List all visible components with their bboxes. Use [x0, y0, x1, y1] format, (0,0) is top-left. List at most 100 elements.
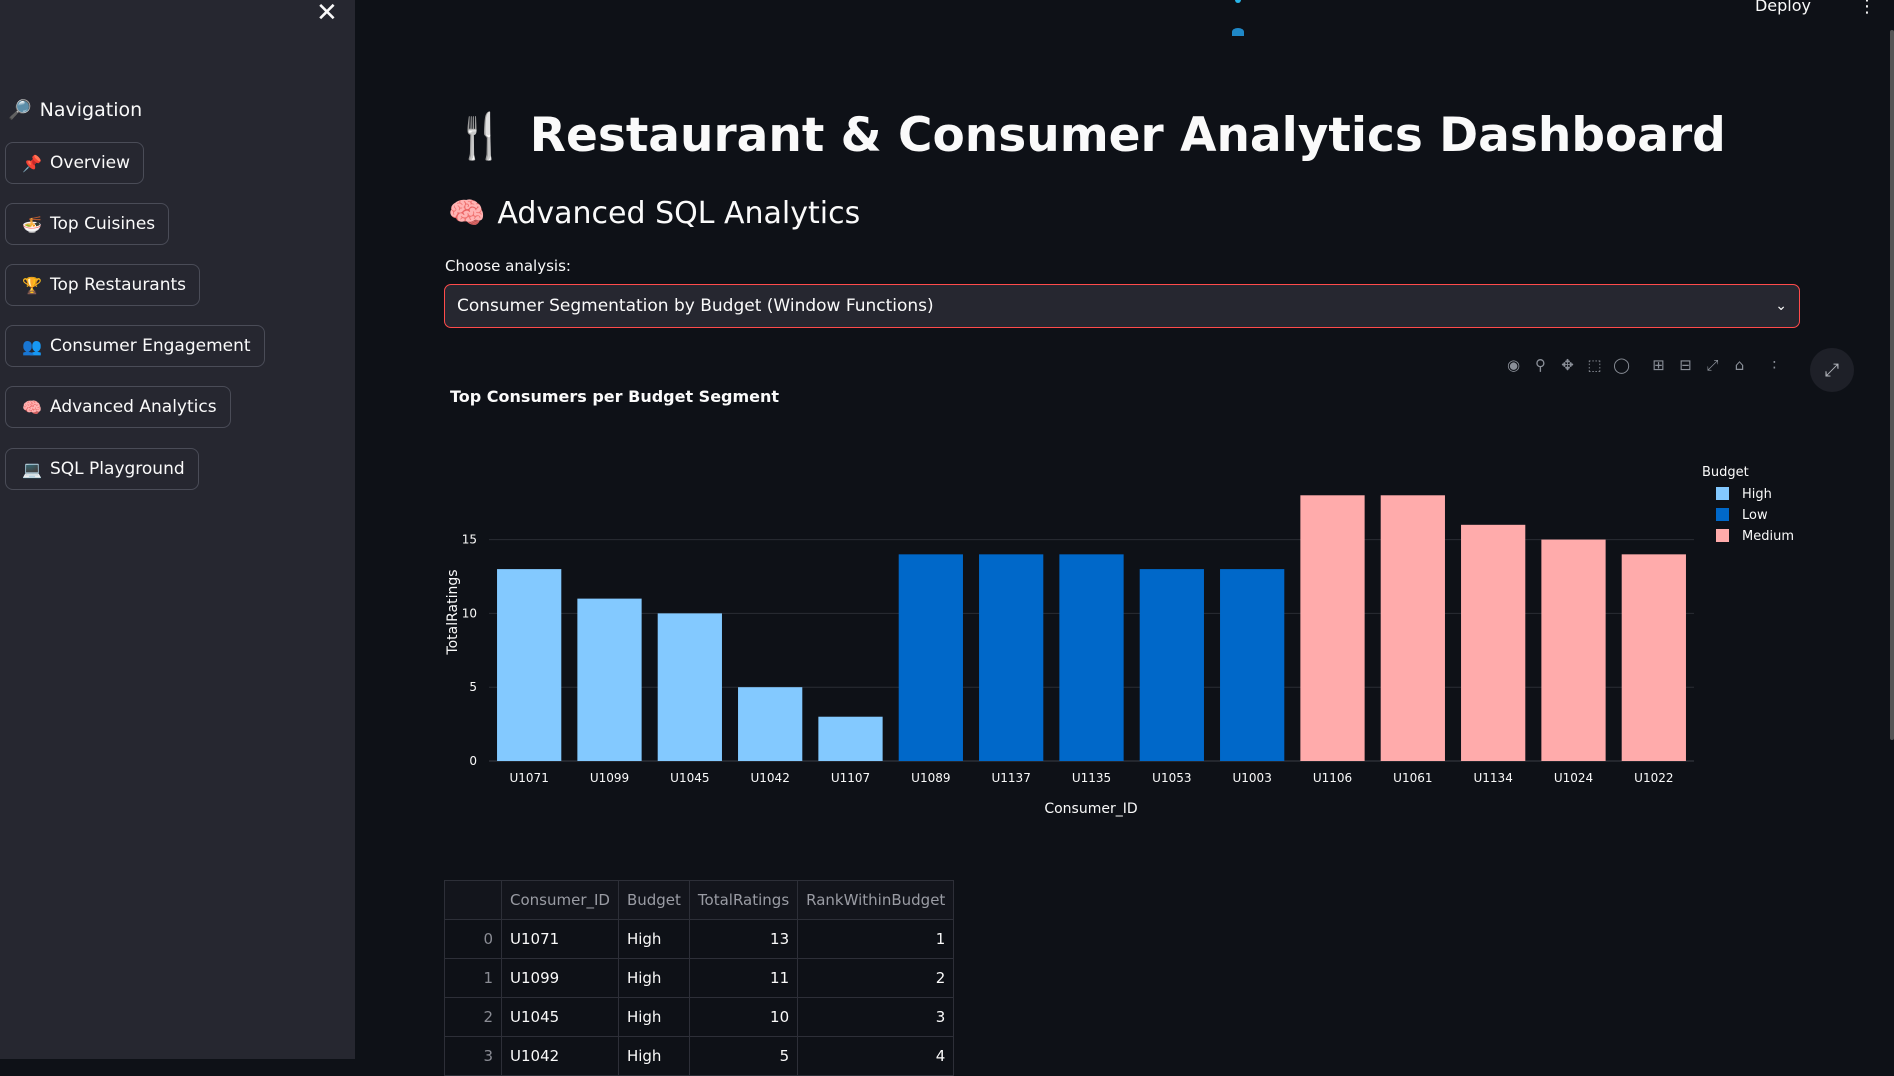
- bar-u1045[interactable]: [657, 613, 722, 761]
- box-select-icon[interactable]: ⬚: [1581, 356, 1608, 380]
- y-tick-label: 0: [469, 754, 477, 768]
- column-header[interactable]: [444, 880, 502, 920]
- table-cell[interactable]: 11: [688, 958, 799, 998]
- bar-u1042[interactable]: [738, 687, 803, 761]
- x-tick-label: U1135: [1072, 771, 1111, 785]
- nav-button-sql-playground[interactable]: 💻 SQL Playground: [5, 448, 199, 490]
- bar-u1134[interactable]: [1461, 524, 1526, 761]
- table-cell[interactable]: U1099: [501, 958, 619, 998]
- x-tick-label: U1134: [1474, 771, 1513, 785]
- table-cell[interactable]: High: [617, 997, 690, 1037]
- bar-u1061[interactable]: [1380, 495, 1445, 761]
- bar-u1137[interactable]: [979, 554, 1044, 761]
- section-subtitle: 🧠 Advanced SQL Analytics: [448, 196, 860, 231]
- table-cell[interactable]: 4: [797, 1036, 955, 1076]
- x-tick-label: U1003: [1233, 771, 1272, 785]
- brain-icon: 🧠: [448, 196, 486, 231]
- app-header: Deploy ⋮: [355, 0, 1894, 60]
- table-cell[interactable]: 1: [797, 919, 955, 959]
- x-tick-label: U1137: [992, 771, 1031, 785]
- bar-u1106[interactable]: [1300, 495, 1365, 761]
- lasso-icon[interactable]: ◯: [1608, 356, 1635, 380]
- nav-button-top-restaurants[interactable]: 🏆 Top Restaurants: [5, 264, 201, 306]
- column-header[interactable]: TotalRatings: [688, 880, 799, 920]
- nav-title-label: Navigation: [39, 98, 143, 121]
- zoom-in-icon[interactable]: ⊞: [1645, 356, 1672, 380]
- x-tick-label: U1022: [1634, 771, 1673, 785]
- bar-u1003[interactable]: [1220, 569, 1285, 761]
- scrollbar[interactable]: [1890, 30, 1894, 740]
- nav-button-overview[interactable]: 📌 Overview: [5, 142, 145, 184]
- table-cell[interactable]: U1042: [501, 1036, 619, 1076]
- reset-axes-icon[interactable]: ⌂: [1726, 356, 1753, 380]
- y-tick-label: 15: [462, 533, 477, 547]
- bar-u1022[interactable]: [1621, 554, 1686, 761]
- column-header[interactable]: Budget: [617, 880, 690, 920]
- nav-button-consumer-engagement[interactable]: 👥 Consumer Engagement: [5, 325, 265, 367]
- legend-item-medium[interactable]: Medium: [1742, 529, 1794, 544]
- deploy-button[interactable]: Deploy: [1755, 0, 1811, 15]
- pan-icon[interactable]: ✥: [1554, 356, 1581, 380]
- bar-u1071[interactable]: [497, 569, 562, 761]
- camera-icon[interactable]: ◉: [1500, 356, 1527, 380]
- nav-button-top-cuisines[interactable]: 🍜 Top Cuisines: [5, 203, 170, 245]
- noodles-icon: 🍜: [22, 214, 42, 234]
- main-menu-icon[interactable]: ⋮: [1858, 0, 1876, 17]
- row-index: 1: [444, 958, 502, 998]
- x-tick-label: U1024: [1554, 771, 1593, 785]
- table-row: 3 U1042 High 5 4: [444, 1036, 955, 1076]
- table-cell[interactable]: 5: [688, 1036, 799, 1076]
- analysis-select[interactable]: Consumer Segmentation by Budget (Window …: [444, 284, 1800, 328]
- fullscreen-icon[interactable]: ⤢: [1810, 348, 1854, 392]
- bar-u1099[interactable]: [577, 598, 642, 761]
- x-tick-label: U1045: [670, 771, 709, 785]
- table-cell[interactable]: U1071: [501, 919, 619, 959]
- results-table[interactable]: Consumer_ID Budget TotalRatings RankWith…: [444, 880, 955, 1076]
- y-tick-label: 5: [469, 680, 477, 694]
- table-cell[interactable]: High: [617, 1036, 690, 1076]
- bar-u1135[interactable]: [1059, 554, 1124, 761]
- table-row: 1 U1099 High 11 2: [444, 958, 955, 998]
- legend-item-high[interactable]: High: [1742, 487, 1772, 502]
- table-row: 0 U1071 High 13 1: [444, 919, 955, 959]
- x-tick-label: U1107: [831, 771, 870, 785]
- legend-item-low[interactable]: Low: [1742, 508, 1768, 523]
- column-header[interactable]: RankWithinBudget: [797, 880, 955, 920]
- page-title: 🍴 Restaurant & Consumer Analytics Dashbo…: [453, 108, 1726, 163]
- bar-u1053[interactable]: [1139, 569, 1204, 761]
- x-tick-label: U1089: [911, 771, 950, 785]
- table-cell[interactable]: U1045: [501, 997, 619, 1037]
- legend-swatch[interactable]: [1716, 487, 1729, 500]
- y-axis-label: TotalRatings: [445, 569, 461, 655]
- table-cell[interactable]: 10: [688, 997, 799, 1037]
- row-index: 0: [444, 919, 502, 959]
- nav-title: 🔎 Navigation: [8, 98, 143, 122]
- nav-button-label: Advanced Analytics: [50, 397, 217, 417]
- autoscale-icon[interactable]: ⤢: [1699, 356, 1726, 380]
- bar-u1107[interactable]: [818, 716, 883, 761]
- table-cell[interactable]: 3: [797, 997, 955, 1037]
- x-tick-label: U1099: [590, 771, 629, 785]
- zoom-icon[interactable]: ⚲: [1527, 356, 1554, 380]
- table-cell[interactable]: High: [617, 919, 690, 959]
- table-cell[interactable]: 2: [797, 958, 955, 998]
- section-subtitle-text: Advanced SQL Analytics: [497, 196, 861, 231]
- zoom-out-icon[interactable]: ⊟: [1672, 356, 1699, 380]
- page-title-text: Restaurant & Consumer Analytics Dashboar…: [529, 108, 1726, 163]
- table-cell[interactable]: High: [617, 958, 690, 998]
- nav-button-advanced-analytics[interactable]: 🧠 Advanced Analytics: [5, 386, 231, 428]
- bar-u1024[interactable]: [1541, 539, 1606, 761]
- chevron-down-icon[interactable]: ⌄: [1775, 298, 1787, 314]
- legend-swatch[interactable]: [1716, 508, 1729, 521]
- close-sidebar-icon[interactable]: ✕: [316, 0, 338, 28]
- fork-knife-icon: 🍴: [453, 110, 508, 162]
- column-header[interactable]: Consumer_ID: [501, 880, 619, 920]
- nav-button-label: Consumer Engagement: [50, 336, 251, 356]
- table-cell[interactable]: 13: [688, 919, 799, 959]
- legend-swatch[interactable]: [1716, 529, 1729, 542]
- x-tick-label: U1042: [751, 771, 790, 785]
- bar-u1089[interactable]: [898, 554, 963, 761]
- plotly-logo-icon[interactable]: ∶: [1761, 356, 1788, 380]
- analysis-select-label: Choose analysis:: [445, 257, 571, 275]
- users-icon: 👥: [22, 336, 42, 356]
